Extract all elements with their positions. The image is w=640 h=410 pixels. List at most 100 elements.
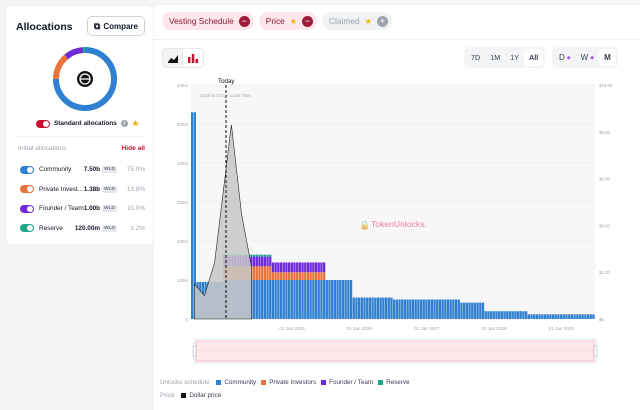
info-icon[interactable]: i — [120, 120, 128, 127]
bar-segment — [557, 314, 560, 319]
bar-segment — [312, 262, 315, 273]
bar-segment — [371, 297, 374, 319]
bar-segment — [290, 280, 293, 319]
filter-chips: Vesting Schedule − Price ★ − Claimed ★ + — [162, 12, 392, 30]
community-toggle[interactable] — [20, 165, 34, 174]
legend-dollar-price[interactable]: Dollar price — [181, 392, 221, 399]
bar-segment — [573, 314, 576, 319]
range-navigator[interactable] — [192, 338, 598, 364]
legend-private-investors[interactable]: Private Investors — [261, 379, 316, 386]
unlock-chart[interactable]: 0 100m 200m 300m 400m 500m 600m $0 $2.00 $4.00 $6… — [154, 75, 640, 375]
chip-claimed[interactable]: Claimed ★ + — [322, 12, 392, 30]
bar-segment — [533, 314, 536, 319]
bar-segment — [425, 299, 428, 319]
legend-founder-team[interactable]: Founder / Team — [321, 379, 373, 386]
y-axis-right: $0 $2.00 $4.00 $6.00 $8.00 $10.00 — [599, 83, 613, 322]
bar-segment — [269, 254, 272, 257]
private-investors-toggle[interactable] — [20, 185, 34, 194]
allocation-value: 120.00m WLD — [75, 224, 117, 232]
copy-icon: ⧉ — [93, 20, 101, 31]
bar-segment — [322, 272, 326, 280]
y-right-tick: $4.00 — [599, 223, 611, 228]
minus-icon[interactable]: − — [302, 15, 313, 27]
y-left-tick: 200m — [177, 239, 188, 244]
range-handle-right[interactable] — [593, 345, 598, 357]
bar-segment — [487, 311, 490, 319]
legend-community[interactable]: Community — [216, 379, 256, 386]
bar-segment — [578, 314, 582, 319]
bar-segment — [403, 299, 407, 319]
reserve-toggle[interactable] — [20, 224, 34, 233]
bar-segment — [481, 302, 485, 319]
bar-segment — [271, 272, 275, 280]
bar-segment — [285, 262, 288, 273]
bar-segment — [352, 297, 355, 319]
compare-button[interactable]: ⧉ Compare — [86, 16, 145, 36]
range-all[interactable]: All — [524, 49, 544, 66]
bar-segment — [576, 314, 579, 319]
bar-chart-button[interactable] — [183, 48, 204, 68]
bar-segment — [347, 280, 350, 319]
granularity-month[interactable]: M — [599, 49, 616, 66]
bar-segment — [417, 299, 420, 319]
standard-allocations-toggle[interactable] — [36, 119, 50, 128]
chip-price[interactable]: Price ★ − — [258, 12, 317, 30]
bar-segment — [592, 314, 595, 319]
range-1m[interactable]: 1M — [485, 49, 505, 66]
range-1y[interactable]: 1Y — [505, 49, 524, 66]
allocation-item-private-investors[interactable]: Private Invest... 1.38b WLD 13.8% — [20, 180, 151, 200]
plus-icon[interactable]: + — [376, 15, 388, 27]
y-left-tick: 100m — [177, 278, 188, 283]
star-icon: ★ — [364, 16, 372, 26]
allocation-item-community[interactable]: Community 7.50b WLD 75.0% — [20, 160, 151, 180]
y-left-tick: 300m — [177, 200, 188, 205]
bar-segment — [543, 314, 547, 319]
chip-label: Claimed — [329, 16, 360, 26]
hide-all-link[interactable]: Hide all — [122, 145, 145, 152]
bar-segment — [325, 280, 328, 319]
bar-chart-icon — [188, 53, 198, 63]
chip-vesting-schedule[interactable]: Vesting Schedule − — [162, 12, 254, 30]
star-icon[interactable]: ★ — [132, 119, 139, 128]
bar-segment — [269, 266, 272, 280]
minus-icon[interactable]: − — [238, 15, 250, 27]
bar-segment — [312, 272, 315, 280]
bar-segment — [296, 272, 299, 280]
bar-segment — [252, 266, 256, 280]
bar-segment — [298, 272, 302, 280]
area-chart-button[interactable] — [162, 48, 183, 68]
bar-segment — [581, 314, 584, 319]
range-7d[interactable]: 7D — [466, 49, 485, 66]
chart-type-toggle — [162, 48, 204, 68]
granularity-week[interactable]: W ◆ — [576, 49, 599, 66]
bar-segment — [279, 262, 283, 273]
bar-segment — [285, 280, 288, 319]
bar-segment — [498, 311, 501, 319]
founder-team-toggle[interactable] — [20, 204, 34, 213]
bar-segment — [390, 297, 393, 319]
bar-segment — [546, 314, 549, 319]
range-handle-left[interactable] — [192, 345, 197, 357]
bar-segment — [279, 272, 283, 280]
y-left-tick: 400m — [177, 161, 188, 166]
y-right-tick: $10.00 — [599, 83, 613, 88]
watermark: 🔒 TokenUnlocks. — [359, 219, 427, 230]
y-right-tick: $2.00 — [599, 270, 611, 275]
bar-segment — [430, 299, 433, 319]
bar-segment — [503, 311, 506, 319]
granularity-day[interactable]: D ◆ — [554, 49, 576, 66]
bar-segment — [301, 272, 304, 280]
allocation-item-reserve[interactable]: Reserve 120.00m WLD 1.2% — [20, 219, 151, 239]
y-axis-left: 0 100m 200m 300m 400m 500m 600m — [177, 83, 189, 322]
bar-segment — [287, 262, 291, 273]
bar-segment — [398, 299, 401, 319]
chart-note: Chart in UTC + Local Time — [200, 93, 251, 98]
bar-segment — [449, 299, 452, 319]
legend-reserve[interactable]: Reserve — [378, 379, 410, 386]
allocations-panel: Allocations ⧉ Compare Standard allocatio… — [6, 6, 153, 244]
allocation-item-founder-team[interactable]: Founder / Team 1.00b WLD 10.0% — [20, 199, 151, 219]
bar-segment — [489, 311, 493, 319]
bar-segment — [360, 297, 363, 319]
standard-allocations-label: Standard allocations — [54, 120, 117, 127]
bar-segment — [471, 302, 474, 319]
